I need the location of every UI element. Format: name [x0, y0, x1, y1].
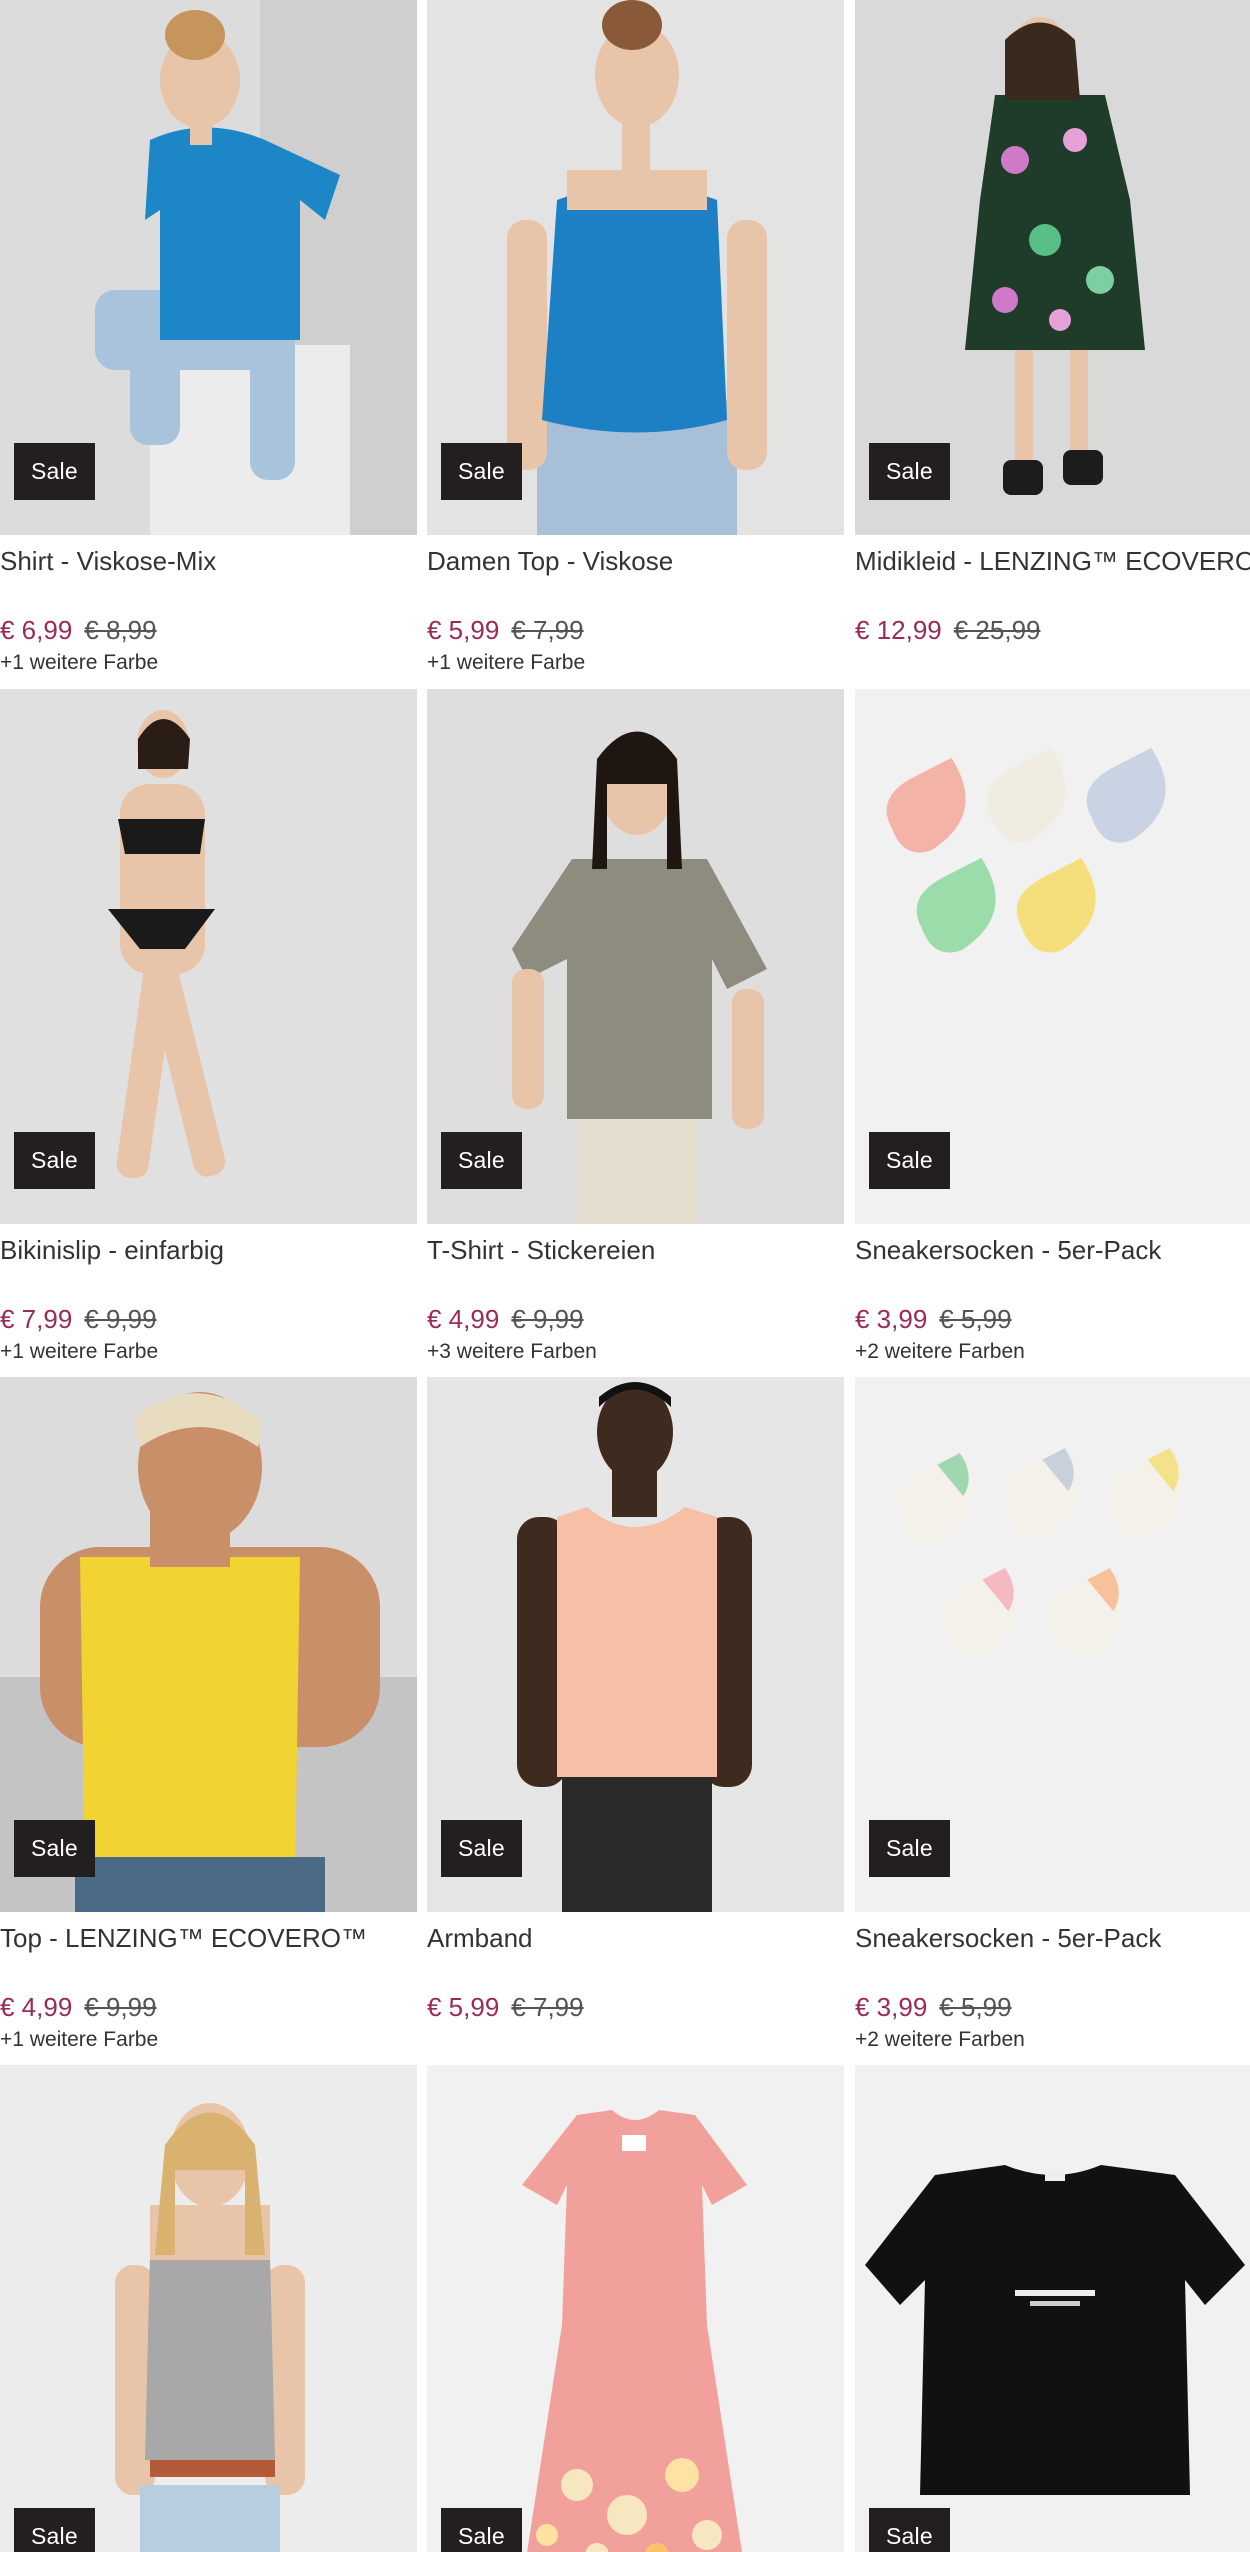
product-card[interactable]: Sale Sneakersocken - 5er-Pack € 3,99 € 5,…: [855, 1377, 1250, 2055]
old-price: € 25,99: [953, 615, 1041, 645]
product-title[interactable]: Midikleid - LENZING™ ECOVERO™: [855, 543, 1250, 579]
product-title[interactable]: Top - LENZING™ ECOVERO™: [0, 1920, 417, 1956]
color-variants[interactable]: +1 weitere Farbe: [0, 2025, 417, 2055]
color-variants[interactable]: +2 weitere Farben: [855, 1337, 1250, 1367]
product-image[interactable]: Sale: [0, 0, 417, 535]
product-card[interactable]: Sale Bikinislip - einfarbig € 7,99 € 9,99…: [0, 689, 417, 1367]
old-price: € 5,99: [939, 1304, 1012, 1334]
product-title[interactable]: Damen Top - Viskose: [427, 543, 844, 579]
product-title[interactable]: Sneakersocken - 5er-Pack: [855, 1232, 1250, 1268]
old-price: € 9,99: [84, 1304, 157, 1334]
product-title[interactable]: T-Shirt - Stickereien: [427, 1232, 844, 1268]
product-card[interactable]: Sale: [0, 2065, 417, 2552]
sale-badge: Sale: [869, 443, 950, 500]
current-price: € 4,99: [427, 1304, 500, 1334]
product-card[interactable]: Sale T-Shirt - Stickereien € 4,99 € 9,99 …: [427, 689, 844, 1367]
price-row: € 5,99 € 7,99: [427, 612, 844, 648]
product-card[interactable]: Sale: [855, 2065, 1250, 2552]
product-image[interactable]: Sale: [855, 0, 1250, 535]
price-row: € 12,99 € 25,99: [855, 612, 1250, 648]
sale-badge: Sale: [14, 2508, 95, 2552]
old-price: € 8,99: [84, 615, 157, 645]
color-variants[interactable]: +1 weitere Farbe: [0, 648, 417, 678]
current-price: € 4,99: [0, 1992, 73, 2022]
current-price: € 7,99: [0, 1304, 73, 1334]
product-card[interactable]: Sale Shirt - Viskose-Mix € 6,99 € 8,99 +1…: [0, 0, 417, 678]
product-image[interactable]: Sale: [0, 689, 417, 1224]
old-price: € 9,99: [84, 1992, 157, 2022]
product-card[interactable]: Sale: [427, 2065, 844, 2552]
price-row: € 3,99 € 5,99: [855, 1301, 1250, 1337]
product-image[interactable]: Sale: [855, 1377, 1250, 1912]
product-card[interactable]: Sale Damen Top - Viskose € 5,99 € 7,99 +1…: [427, 0, 844, 678]
product-card[interactable]: Sale Midikleid - LENZING™ ECOVERO™ € 12,…: [855, 0, 1250, 648]
price-row: € 7,99 € 9,99: [0, 1301, 417, 1337]
color-variants[interactable]: +1 weitere Farbe: [427, 648, 844, 678]
sale-badge: Sale: [441, 1820, 522, 1877]
price-row: € 6,99 € 8,99: [0, 612, 417, 648]
product-image[interactable]: Sale: [855, 689, 1250, 1224]
product-card[interactable]: Sale Top - LENZING™ ECOVERO™ € 4,99 € 9,9…: [0, 1377, 417, 2055]
sale-badge: Sale: [869, 1132, 950, 1189]
product-card[interactable]: Sale Sneakersocken - 5er-Pack € 3,99 € 5,…: [855, 689, 1250, 1367]
product-image[interactable]: Sale: [0, 2065, 417, 2552]
old-price: € 7,99: [511, 1992, 584, 2022]
color-variants[interactable]: +2 weitere Farben: [855, 2025, 1250, 2055]
old-price: € 9,99: [511, 1304, 584, 1334]
price-row: € 4,99 € 9,99: [427, 1301, 844, 1337]
sale-badge: Sale: [14, 1132, 95, 1189]
color-variants[interactable]: +1 weitere Farbe: [0, 1337, 417, 1367]
sale-badge: Sale: [14, 443, 95, 500]
current-price: € 3,99: [855, 1992, 928, 2022]
product-title[interactable]: Sneakersocken - 5er-Pack: [855, 1920, 1250, 1956]
product-title[interactable]: Bikinislip - einfarbig: [0, 1232, 417, 1268]
color-variants[interactable]: +3 weitere Farben: [427, 1337, 844, 1367]
sale-badge: Sale: [441, 443, 522, 500]
product-image[interactable]: Sale: [0, 1377, 417, 1912]
current-price: € 5,99: [427, 1992, 500, 2022]
product-title[interactable]: Shirt - Viskose-Mix: [0, 543, 417, 579]
current-price: € 12,99: [855, 615, 942, 645]
sale-badge: Sale: [14, 1820, 95, 1877]
price-row: € 5,99 € 7,99: [427, 1989, 844, 2025]
sale-badge: Sale: [441, 1132, 522, 1189]
product-card[interactable]: Sale Armband € 5,99 € 7,99: [427, 1377, 844, 2025]
product-title[interactable]: Armband: [427, 1920, 844, 1956]
old-price: € 5,99: [939, 1992, 1012, 2022]
sale-badge: Sale: [869, 1820, 950, 1877]
product-image[interactable]: Sale: [427, 0, 844, 535]
current-price: € 6,99: [0, 615, 73, 645]
product-image[interactable]: Sale: [855, 2065, 1250, 2552]
sale-badge: Sale: [869, 2508, 950, 2552]
price-row: € 3,99 € 5,99: [855, 1989, 1250, 2025]
product-image[interactable]: Sale: [427, 2065, 844, 2552]
product-image[interactable]: Sale: [427, 689, 844, 1224]
sale-badge: Sale: [441, 2508, 522, 2552]
product-image[interactable]: Sale: [427, 1377, 844, 1912]
current-price: € 3,99: [855, 1304, 928, 1334]
old-price: € 7,99: [511, 615, 584, 645]
current-price: € 5,99: [427, 615, 500, 645]
price-row: € 4,99 € 9,99: [0, 1989, 417, 2025]
